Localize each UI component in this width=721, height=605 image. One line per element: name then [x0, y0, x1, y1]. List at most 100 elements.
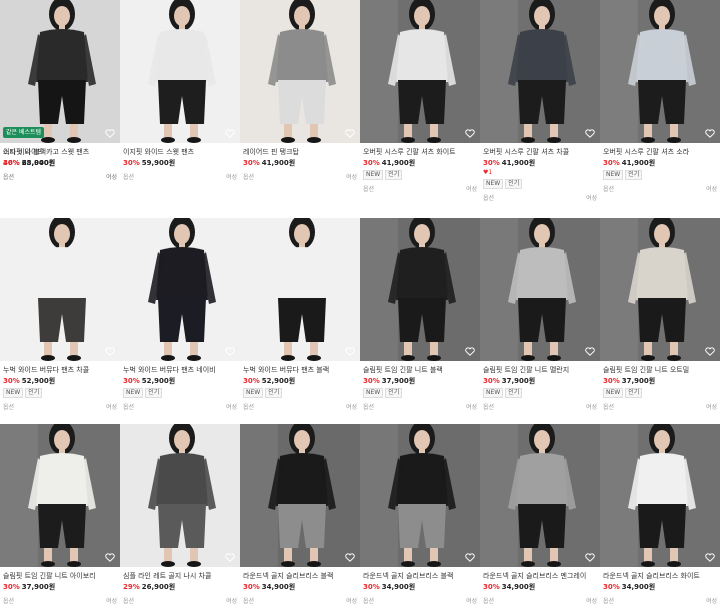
- option-label[interactable]: 옵션: [3, 596, 14, 605]
- option-label[interactable]: 옵션: [603, 402, 614, 411]
- heart-icon[interactable]: [104, 345, 116, 357]
- model-photo: [480, 424, 600, 567]
- product-name[interactable]: 라운드넥 골지 슬리브리스 블랙: [243, 571, 357, 581]
- product-name[interactable]: 슬림핏 트임 긴팔 니트 멜란지: [483, 365, 597, 375]
- product-card[interactable]: 누벅 와이드 버뮤다 팬츠 네이비 30% 52,900원 NEW 인기 옵션 여성: [120, 218, 240, 411]
- product-image[interactable]: 같은 베스트템: [0, 0, 120, 143]
- tag-list: NEW 인기: [363, 170, 477, 180]
- option-label[interactable]: 옵션: [123, 402, 134, 411]
- product-info: 슬림핏 트임 긴팔 니트 멜란지 30% 37,900원 NEW 인기 옵션 여성: [480, 365, 600, 411]
- product-name[interactable]: 슬림핏 트임 긴팔 니트 오트밀: [603, 365, 717, 375]
- heart-icon[interactable]: [704, 345, 716, 357]
- product-image[interactable]: [600, 218, 720, 361]
- product-name[interactable]: 심플 라인 레트 골지 나시 차콜: [123, 571, 237, 581]
- heart-icon[interactable]: [344, 127, 356, 139]
- product-card[interactable]: 레이어드 핀 탱크탑 30% 41,900원 옵션 여성: [240, 0, 360, 181]
- model-photo: [480, 218, 600, 361]
- product-image[interactable]: [480, 0, 600, 143]
- product-image[interactable]: [600, 424, 720, 567]
- price-row: 30% 37,900원: [603, 375, 717, 386]
- option-label[interactable]: 옵션: [243, 172, 254, 181]
- product-image[interactable]: [480, 218, 600, 361]
- product-image[interactable]: [120, 0, 240, 143]
- product-card[interactable]: 같은 베스트템 스타 비니 블랙 46% 23,040원 옵션 여성: [0, 0, 120, 181]
- product-name[interactable]: 스타 비니 블랙: [3, 147, 117, 157]
- product-name[interactable]: 오버핏 시스루 긴팔 셔츠 화이트: [363, 147, 477, 157]
- product-image[interactable]: [480, 424, 600, 567]
- heart-icon[interactable]: [584, 551, 596, 563]
- heart-icon[interactable]: [584, 127, 596, 139]
- product-name[interactable]: 라운드넥 골지 슬리브리스 화이트: [603, 571, 717, 581]
- product-image[interactable]: [360, 218, 480, 361]
- product-image[interactable]: [120, 424, 240, 567]
- heart-icon[interactable]: [224, 127, 236, 139]
- product-name[interactable]: 슬림핏 트임 긴팔 니트 블랙: [363, 365, 477, 375]
- product-card[interactable]: 슬림핏 트임 긴팔 니트 멜란지 30% 37,900원 NEW 인기 옵션 여성: [480, 218, 600, 411]
- product-name[interactable]: 라운드넥 골지 슬리브리스 블랙: [363, 571, 477, 581]
- product-card[interactable]: 누벅 와이드 버뮤다 팬츠 차콜 30% 52,900원 NEW 인기 옵션 여성: [0, 218, 120, 411]
- product-image[interactable]: [240, 218, 360, 361]
- option-label[interactable]: 옵션: [363, 184, 374, 193]
- product-info: 슬림핏 트임 긴팔 니트 블랙 30% 37,900원 NEW 인기 옵션 여성: [360, 365, 480, 411]
- product-image[interactable]: [0, 218, 120, 361]
- product-card[interactable]: 누벅 와이드 버뮤다 팬츠 블랙 30% 52,900원 NEW 인기 옵션 여성: [240, 218, 360, 411]
- option-label[interactable]: 옵션: [603, 184, 614, 193]
- option-label[interactable]: 옵션: [603, 596, 614, 605]
- product-name[interactable]: 누벅 와이드 버뮤다 팬츠 차콜: [3, 365, 117, 375]
- product-name[interactable]: 레이어드 핀 탱크탑: [243, 147, 357, 157]
- product-card[interactable]: 이지핏 와이드 스웻 팬츠 30% 59,900원 옵션 여성: [120, 0, 240, 181]
- discount-rate: 30%: [243, 376, 260, 385]
- heart-icon[interactable]: [104, 551, 116, 563]
- product-name[interactable]: 누벅 와이드 버뮤다 팬츠 블랙: [243, 365, 357, 375]
- product-image[interactable]: [240, 424, 360, 567]
- product-image[interactable]: [360, 0, 480, 143]
- heart-icon[interactable]: [344, 551, 356, 563]
- product-card[interactable]: 슬림핏 트임 긴팔 니트 블랙 30% 37,900원 NEW 인기 옵션 여성: [360, 218, 480, 411]
- heart-icon[interactable]: [464, 345, 476, 357]
- option-label[interactable]: 옵션: [483, 193, 494, 202]
- product-card[interactable]: 라운드넥 골지 슬리브리스 화이트 30% 34,900원 옵션 여성: [600, 424, 720, 605]
- heart-icon[interactable]: [704, 127, 716, 139]
- option-label[interactable]: 옵션: [483, 596, 494, 605]
- option-label[interactable]: 옵션: [243, 596, 254, 605]
- price-row: 30% 37,900원: [3, 581, 117, 592]
- product-name[interactable]: 이지핏 와이드 스웻 팬츠: [123, 147, 237, 157]
- product-card[interactable]: 오버핏 시스루 긴팔 셔츠 화이트 30% 41,900원 NEW 인기 옵션 여성: [360, 0, 480, 193]
- heart-icon[interactable]: [584, 345, 596, 357]
- option-label[interactable]: 옵션: [363, 402, 374, 411]
- product-card[interactable]: 라운드넥 골지 슬리브리스 블랙 30% 34,900원 옵션 여성: [360, 424, 480, 605]
- product-card[interactable]: 슬림핏 트임 긴팔 니트 오트밀 30% 37,900원 NEW 인기 옵션 여성: [600, 218, 720, 411]
- product-card[interactable]: 라운드넥 골지 슬리브리스 멘그레이 30% 34,900원 옵션 여성: [480, 424, 600, 605]
- product-image[interactable]: [0, 424, 120, 567]
- option-label[interactable]: 옵션: [483, 402, 494, 411]
- option-label[interactable]: 옵션: [243, 402, 254, 411]
- option-label[interactable]: 옵션: [3, 402, 14, 411]
- product-name[interactable]: 오버핏 시스루 긴팔 셔츠 소라: [603, 147, 717, 157]
- product-name[interactable]: 누벅 와이드 버뮤다 팬츠 네이비: [123, 365, 237, 375]
- heart-icon[interactable]: [104, 127, 116, 139]
- product-image[interactable]: [240, 0, 360, 143]
- product-card[interactable]: 슬림핏 트임 긴팔 니트 아이보리 30% 37,900원 옵션 여성: [0, 424, 120, 605]
- product-card[interactable]: 심플 라인 레트 골지 나시 차콜 29% 26,900원 옵션 여성: [120, 424, 240, 605]
- product-card[interactable]: 오버핏 시스루 긴팔 셔츠 차콜 30% 41,900원 ♥ 1 NEW 인기 옵션 여성: [480, 0, 600, 202]
- option-label[interactable]: 옵션: [123, 596, 134, 605]
- product-tag: NEW: [243, 388, 264, 398]
- product-name[interactable]: 오버핏 시스루 긴팔 셔츠 차콜: [483, 147, 597, 157]
- heart-icon[interactable]: [224, 345, 236, 357]
- heart-icon[interactable]: [224, 551, 236, 563]
- heart-icon[interactable]: [344, 345, 356, 357]
- product-card[interactable]: 오버핏 시스루 긴팔 셔츠 소라 30% 41,900원 NEW 인기 옵션 여성: [600, 0, 720, 193]
- option-label[interactable]: 옵션: [3, 172, 14, 181]
- product-name[interactable]: 슬림핏 트임 긴팔 니트 아이보리: [3, 571, 117, 581]
- product-name[interactable]: 라운드넥 골지 슬리브리스 멘그레이: [483, 571, 597, 581]
- product-image[interactable]: [600, 0, 720, 143]
- heart-icon[interactable]: [464, 551, 476, 563]
- product-info: 레이어드 핀 탱크탑 30% 41,900원 옵션 여성: [240, 147, 360, 181]
- heart-icon[interactable]: [464, 127, 476, 139]
- product-image[interactable]: [120, 218, 240, 361]
- heart-icon[interactable]: [704, 551, 716, 563]
- option-label[interactable]: 옵션: [363, 596, 374, 605]
- product-image[interactable]: [360, 424, 480, 567]
- product-card[interactable]: 라운드넥 골지 슬리브리스 블랙 30% 34,900원 옵션 여성: [240, 424, 360, 605]
- option-label[interactable]: 옵션: [123, 172, 134, 181]
